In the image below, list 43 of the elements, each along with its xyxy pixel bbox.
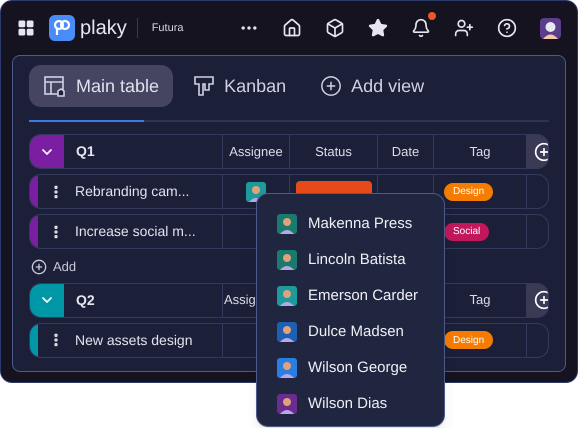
column-header: Date	[392, 142, 420, 161]
column-header: Assig	[223, 291, 256, 310]
apps-grid-icon[interactable]	[17, 19, 35, 37]
column-header: Tag	[470, 291, 490, 310]
view-tab[interactable]: Kanban	[179, 65, 300, 107]
collapse-toggle[interactable]	[30, 135, 64, 168]
assignee-option[interactable]: Dulce Madsen	[277, 320, 436, 344]
column-header: Status	[315, 142, 352, 161]
cube-icon[interactable]	[325, 18, 345, 38]
tag-badge: Design	[444, 182, 494, 200]
task-name: Increase social m...	[75, 222, 196, 241]
tag-badge: Social	[444, 222, 490, 240]
assignee-option[interactable]: Emerson Carder	[277, 284, 436, 308]
assignee-option[interactable]: Lincoln Batista	[277, 248, 436, 272]
assignee-option[interactable]: Wilson George	[277, 356, 436, 380]
column-header: Assignee	[229, 142, 283, 161]
plus-icon	[31, 258, 47, 275]
add-icon	[320, 75, 342, 97]
view-tab[interactable]: Main table	[29, 65, 174, 107]
assignee-option[interactable]: Makenna Press	[277, 212, 436, 236]
user-avatar[interactable]	[540, 18, 561, 38]
column-header: Tag	[470, 142, 490, 161]
group-title: Q2	[76, 290, 95, 310]
group-title: Q1	[76, 142, 95, 161]
logo-icon	[49, 15, 75, 41]
task-name: Rebranding cam...	[75, 182, 190, 201]
add-task-button[interactable]: Add	[31, 257, 76, 276]
table-icon	[43, 74, 67, 98]
plus-icon	[534, 142, 548, 162]
tag-badge: Design	[444, 331, 494, 349]
plus-icon	[534, 290, 548, 310]
task-name: New assets design	[75, 330, 193, 350]
star-icon[interactable]	[368, 18, 388, 38]
logo-text: plaky	[80, 18, 127, 38]
help-icon[interactable]	[497, 18, 517, 38]
workspace-name[interactable]: Futura	[152, 20, 184, 36]
kanban-icon	[193, 75, 216, 97]
view-tab[interactable]: Add view	[306, 65, 438, 107]
assignee-option[interactable]: Wilson Dias	[277, 392, 436, 416]
collapse-toggle[interactable]	[30, 284, 64, 316]
add-user-icon[interactable]	[454, 18, 474, 38]
home-icon[interactable]	[282, 18, 302, 38]
bell-icon[interactable]	[411, 18, 431, 38]
